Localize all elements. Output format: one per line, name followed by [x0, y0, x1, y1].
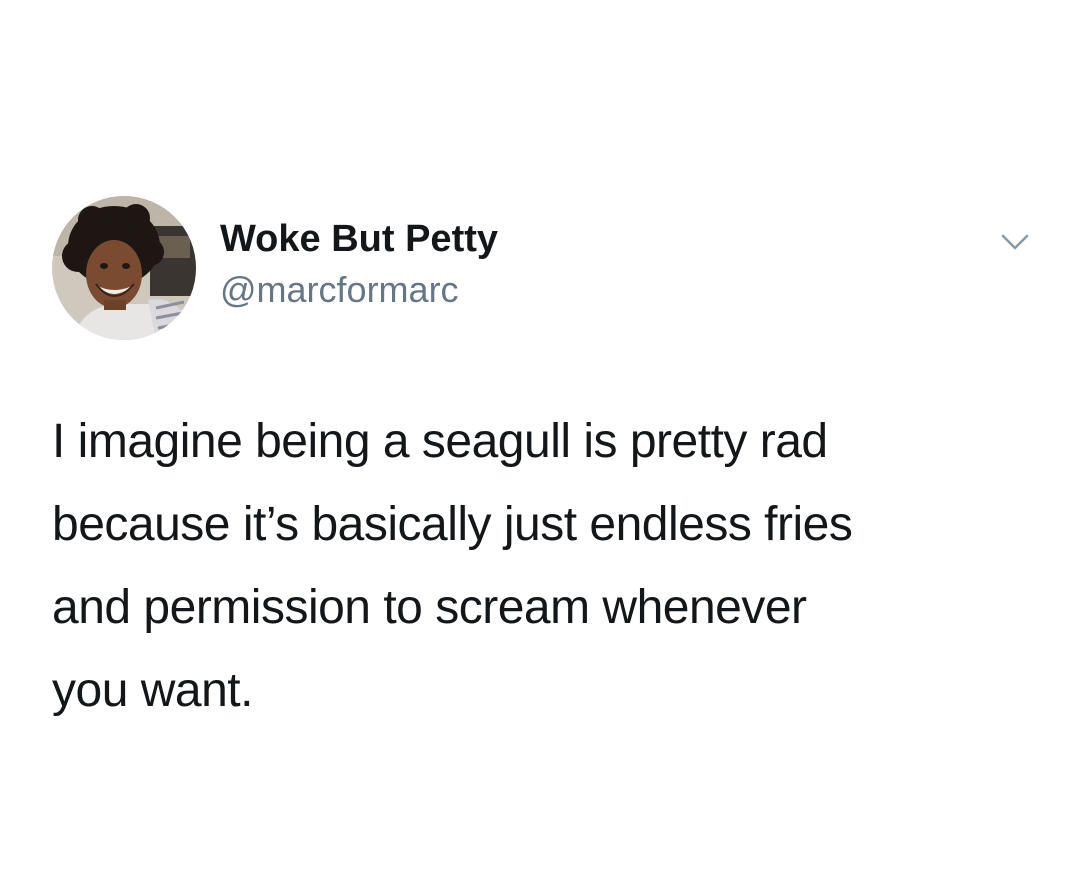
tweet-text: I imagine being a seagull is pretty rad … — [52, 415, 853, 717]
display-name[interactable]: Woke But Petty — [220, 216, 498, 262]
profile-photo-icon — [52, 196, 196, 340]
avatar[interactable] — [52, 196, 196, 340]
user-handle[interactable]: @marcformarc — [220, 268, 459, 312]
chevron-down-icon[interactable] — [1000, 232, 1030, 252]
tweet-card: Woke But Petty @marcformarc I imagine be… — [0, 0, 1080, 894]
